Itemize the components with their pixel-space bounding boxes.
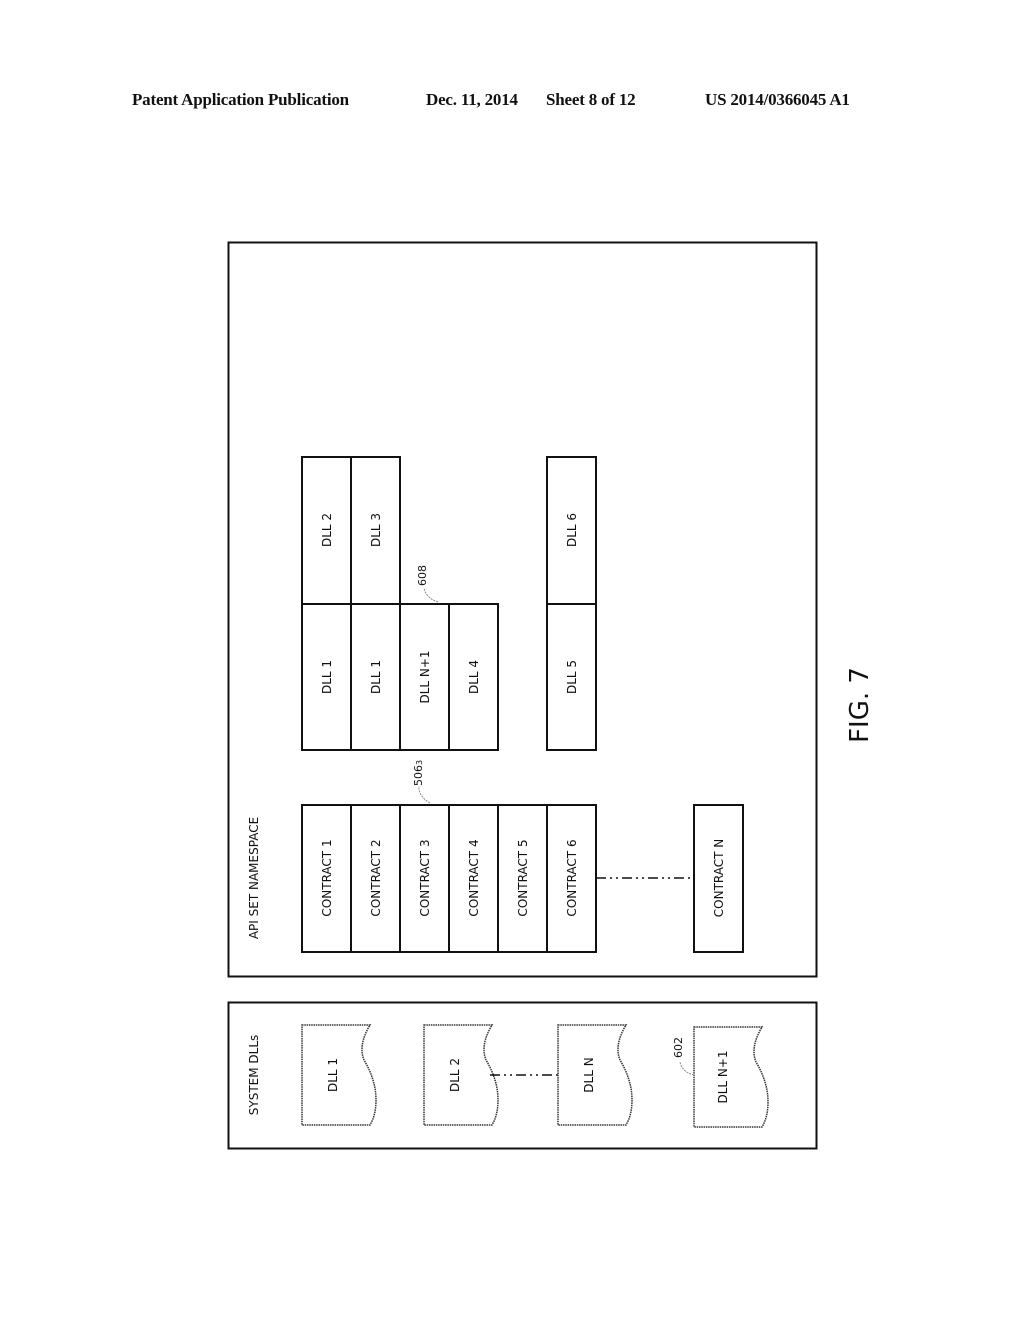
dll-contract6-column: DLL 5 DLL 6 [546, 456, 597, 751]
contract-ref-label: 5063 [412, 760, 425, 786]
dll-cell-label: DLL 3 [369, 513, 383, 547]
system-dll-label: DLL N [582, 1057, 596, 1092]
dll-cell-label: DLL N+1 [418, 650, 432, 703]
figure-7-diagram: API SET NAMESPACE CONTRACT 1 CONTRACT 2 … [227, 241, 875, 1150]
dll-cell-label: DLL 6 [565, 513, 579, 547]
system-dll-ref-label: 602 [672, 1037, 685, 1058]
dll-cell-label: DLL 1 [320, 660, 334, 694]
dll-ref-leader [423, 587, 439, 603]
dll-cell-label: DLL 5 [565, 660, 579, 694]
system-dll-label: DLL 1 [326, 1058, 340, 1092]
system-dll-label: DLL 2 [448, 1058, 462, 1092]
dll-cell-label: DLL 1 [369, 660, 383, 694]
dll-ref-label: 608 [416, 565, 429, 586]
system-dll-document-new [693, 1026, 769, 1128]
dll-lower-row: DLL 1 DLL 1 DLL N+1 DLL 4 [301, 603, 499, 751]
contract-ref-leader [418, 785, 431, 804]
system-dll-label: DLL N+1 [716, 1050, 730, 1103]
figure-label: FIG. 7 [845, 667, 875, 743]
contract-n-label: CONTRACT N [712, 839, 726, 917]
contract-label: CONTRACT 1 [320, 839, 334, 916]
system-dlls-title: SYSTEM DLLs [247, 1035, 261, 1116]
contract-label: CONTRACT 5 [516, 839, 530, 916]
dll-upper-row: DLL 2 DLL 3 [301, 456, 401, 605]
dll-cell-label: DLL 2 [320, 513, 334, 547]
contract-label: CONTRACT 4 [467, 839, 481, 916]
contract-label: CONTRACT 6 [565, 839, 579, 916]
contracts-row: CONTRACT 1 CONTRACT 2 CONTRACT 3 CONTRAC… [301, 804, 597, 953]
contract-label: CONTRACT 2 [369, 839, 383, 916]
system-dll-ref-leader [679, 1061, 695, 1076]
api-set-namespace-title: API SET NAMESPACE [247, 817, 261, 939]
contract-label: CONTRACT 3 [418, 839, 432, 916]
dll-cell-label: DLL 4 [467, 660, 481, 694]
